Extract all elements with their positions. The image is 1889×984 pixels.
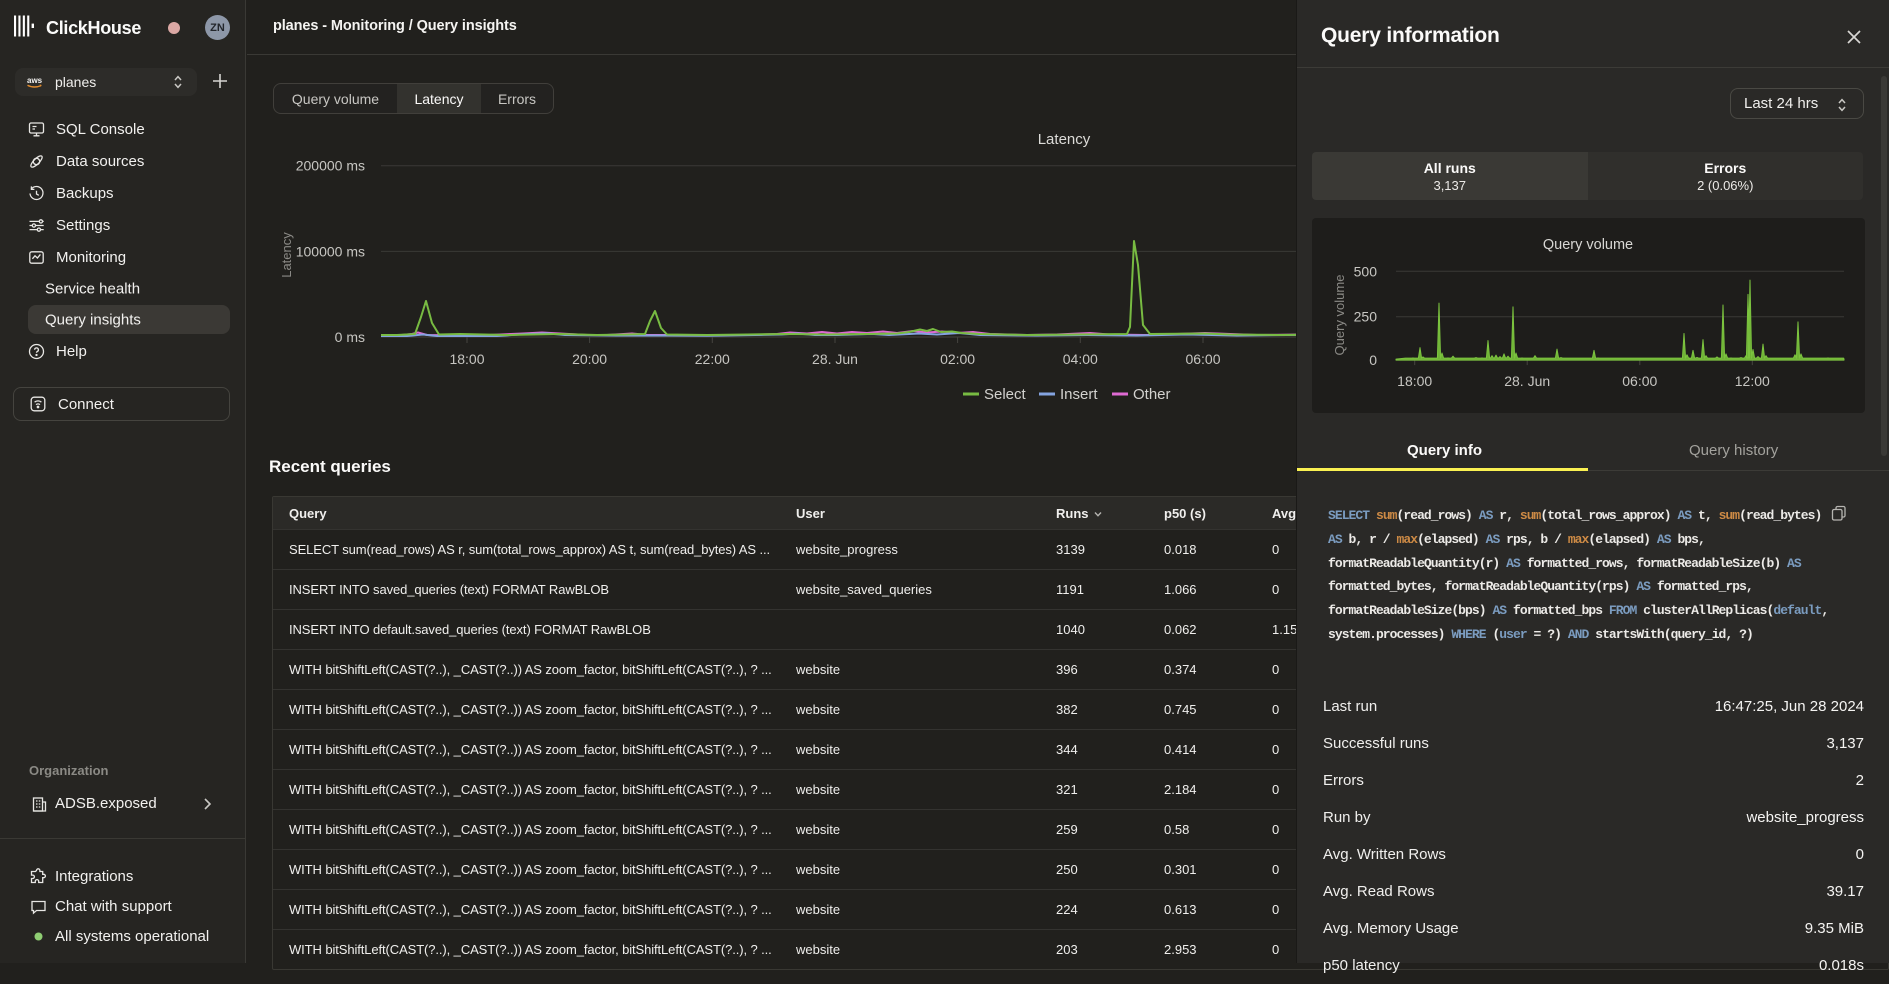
svg-text:Query volume: Query volume <box>1332 275 1347 356</box>
svg-text:06:00: 06:00 <box>1185 351 1220 367</box>
svg-text:12:00: 12:00 <box>1735 373 1770 389</box>
svg-text:18:00: 18:00 <box>449 351 484 367</box>
svg-text:250: 250 <box>1354 309 1378 325</box>
svg-text:aws: aws <box>27 76 43 85</box>
svg-text:Select: Select <box>984 386 1027 403</box>
svg-text:18:00: 18:00 <box>1397 373 1432 389</box>
svg-text:Latency: Latency <box>279 232 294 278</box>
svg-text:100000 ms: 100000 ms <box>296 243 365 259</box>
svg-text:200000 ms: 200000 ms <box>296 158 365 174</box>
svg-text:06:00: 06:00 <box>1622 373 1657 389</box>
svg-text:Latency: Latency <box>1038 131 1091 148</box>
svg-text:Insert: Insert <box>1060 386 1098 403</box>
svg-text:20:00: 20:00 <box>572 351 607 367</box>
svg-text:04:00: 04:00 <box>1063 351 1098 367</box>
svg-text:0: 0 <box>1369 352 1377 368</box>
svg-text:28. Jun: 28. Jun <box>812 351 858 367</box>
svg-text:500: 500 <box>1354 263 1378 279</box>
svg-text:Other: Other <box>1133 386 1171 403</box>
svg-text:02:00: 02:00 <box>940 351 975 367</box>
svg-text:22:00: 22:00 <box>695 351 730 367</box>
svg-text:0 ms: 0 ms <box>335 329 365 345</box>
svg-text:28. Jun: 28. Jun <box>1504 373 1550 389</box>
svg-text:Query volume: Query volume <box>1543 237 1633 253</box>
